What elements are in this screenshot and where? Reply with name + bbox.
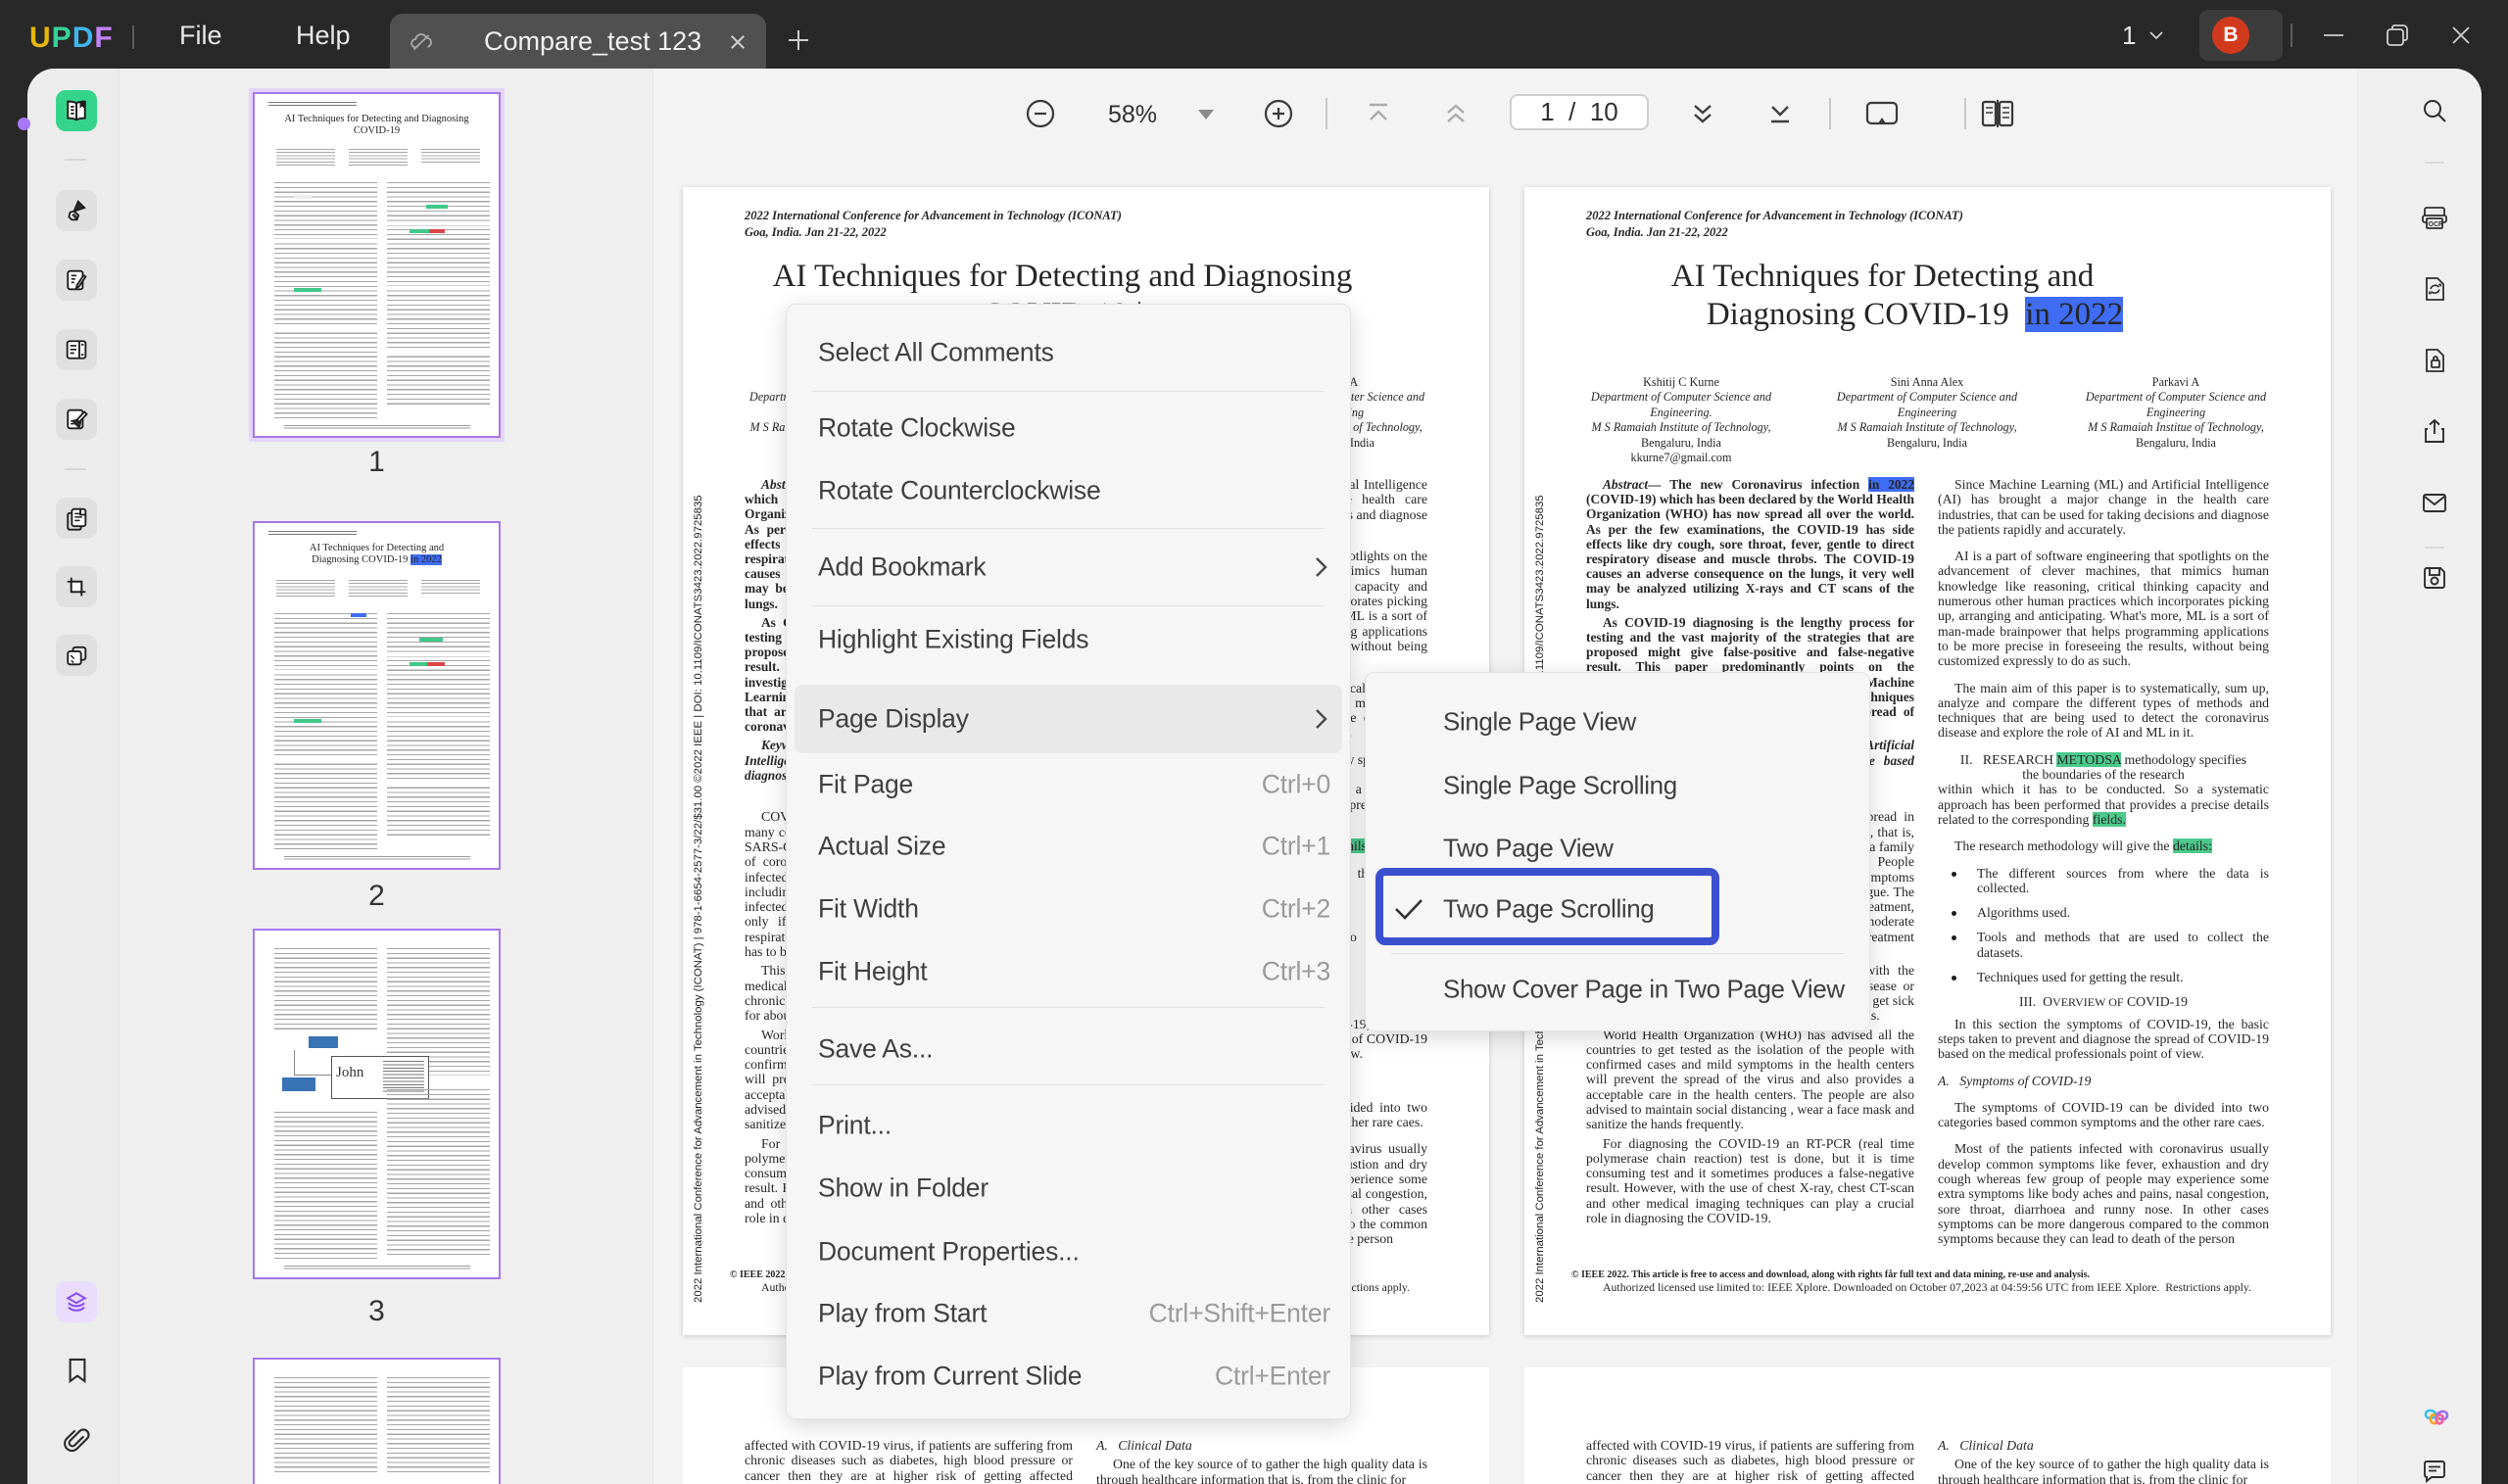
svg-text:OCR: OCR xyxy=(2429,221,2444,228)
